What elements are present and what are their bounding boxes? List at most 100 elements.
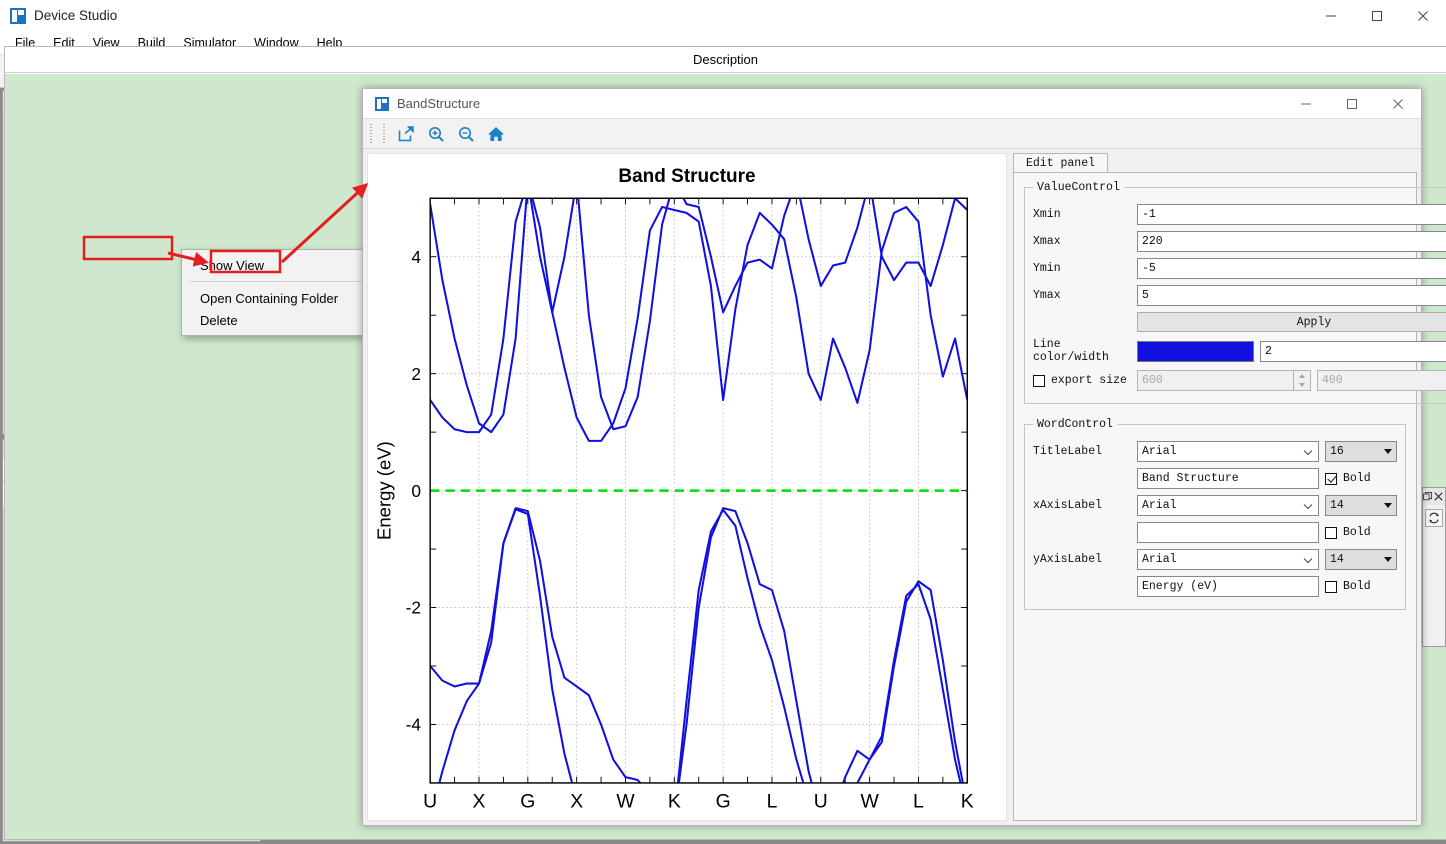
right-dock-stub-header	[1423, 488, 1445, 505]
xmin-input[interactable]	[1137, 204, 1446, 225]
x-tick-label: X	[473, 791, 486, 813]
export-size-checkbox-wrap[interactable]: export size	[1033, 374, 1137, 387]
edit-panel-body: ValueControl Xmin Xmax	[1013, 172, 1417, 821]
export-width-spin-buttons[interactable]	[1293, 370, 1311, 391]
minimize-icon	[1325, 10, 1337, 22]
title-bold-wrap[interactable]: Bold	[1325, 472, 1397, 485]
xaxis-bold-label: Bold	[1343, 526, 1371, 539]
yaxis-size-combo[interactable]: 14	[1325, 549, 1397, 570]
ymin-input[interactable]	[1137, 258, 1446, 279]
x-tick-label: G	[716, 791, 731, 813]
yaxis-font-combo[interactable]: Arial	[1137, 549, 1319, 570]
close-icon[interactable]	[1434, 489, 1443, 505]
maximize-button[interactable]	[1354, 0, 1400, 32]
title-bold-label: Bold	[1343, 472, 1371, 485]
export-width-input[interactable]	[1137, 370, 1293, 391]
xaxis-size-value: 14	[1330, 499, 1384, 512]
refresh-icon[interactable]	[1425, 509, 1443, 527]
close-icon	[1417, 10, 1429, 22]
export-image-icon[interactable]	[391, 121, 421, 147]
word-control-legend: WordControl	[1033, 418, 1117, 431]
xmax-input[interactable]	[1137, 231, 1446, 252]
label-line-color-width: Line color/width	[1033, 338, 1137, 364]
title-size-value: 16	[1330, 445, 1384, 458]
export-size-checkbox[interactable]	[1033, 375, 1045, 387]
y-tick-label: 4	[411, 247, 421, 267]
title-size-combo[interactable]: 16	[1325, 441, 1397, 462]
row-apply: Apply	[1033, 312, 1446, 332]
line-color-swatch[interactable]	[1137, 341, 1254, 362]
device-studio-logo-icon	[10, 8, 26, 24]
float-window-icon[interactable]	[1423, 489, 1432, 505]
window-controls	[1308, 0, 1446, 32]
context-menu-item-label: Show View	[200, 258, 264, 273]
title-font-value: Arial	[1142, 445, 1302, 458]
home-reset-icon[interactable]	[481, 121, 511, 147]
export-height-input[interactable]	[1317, 370, 1446, 391]
device-studio-logo-icon	[375, 97, 389, 111]
title-font-combo[interactable]: Arial	[1137, 441, 1319, 462]
label-xmax: Xmax	[1033, 235, 1137, 248]
title-bold-checkbox[interactable]	[1325, 473, 1337, 485]
label-ymax: Ymax	[1033, 289, 1137, 302]
app-title: Device Studio	[34, 8, 117, 23]
close-button[interactable]	[1400, 0, 1446, 32]
xaxis-bold-checkbox[interactable]	[1325, 527, 1337, 539]
band-curve	[430, 509, 967, 820]
dialog-close-button[interactable]	[1375, 89, 1421, 118]
zoom-in-icon[interactable]	[421, 121, 451, 147]
xaxis-text-input[interactable]	[1137, 522, 1319, 543]
band-structure-plot-card: Band Structure 420-2-4UXGXWKGLUWLKEnergy…	[367, 153, 1007, 821]
line-width-input[interactable]	[1260, 341, 1446, 362]
title-text-input[interactable]	[1137, 468, 1319, 489]
band-curve	[430, 181, 967, 432]
band-curve	[430, 508, 967, 818]
yaxis-bold-checkbox[interactable]	[1325, 581, 1337, 593]
xmin-spinner[interactable]	[1137, 204, 1446, 225]
ymin-spinner[interactable]	[1137, 258, 1446, 279]
xaxis-size-combo[interactable]: 14	[1325, 495, 1397, 516]
context-menu-item-show-view[interactable]: Show View	[182, 254, 378, 276]
plot-canvas[interactable]: 420-2-4UXGXWKGLUWLKEnergy (eV)	[368, 154, 1006, 820]
edit-panel-tabstrip: Edit panel	[1013, 153, 1417, 172]
yaxis-bold-wrap[interactable]: Bold	[1325, 580, 1397, 593]
yaxis-text-input[interactable]	[1137, 576, 1319, 597]
xaxis-font-combo[interactable]: Arial	[1137, 495, 1319, 516]
dialog-toolbar	[363, 118, 1421, 149]
right-dock-stub	[1422, 487, 1446, 647]
dialog-toolbar-grip[interactable]	[368, 123, 375, 145]
export-width-spin-up[interactable]	[1294, 371, 1310, 381]
y-tick-label: 2	[411, 364, 421, 384]
context-menu-item-label: Open Containing Folder	[200, 291, 338, 306]
x-tick-label: K	[668, 791, 681, 813]
dialog-titlebar: BandStructure	[363, 89, 1421, 118]
xmax-spinner[interactable]	[1137, 231, 1446, 252]
yaxis-font-value: Arial	[1142, 553, 1302, 566]
chevron-down-icon	[1384, 503, 1392, 508]
dialog-content: Band Structure 420-2-4UXGXWKGLUWLKEnergy…	[363, 149, 1421, 825]
chevron-down-icon	[1302, 554, 1314, 566]
tab-edit-panel[interactable]: Edit panel	[1013, 153, 1108, 172]
dialog-maximize-button[interactable]	[1329, 89, 1375, 118]
row-xaxis-text: Bold	[1033, 522, 1397, 543]
row-xmax: Xmax	[1033, 231, 1446, 252]
context-menu-item-delete[interactable]: Delete	[182, 309, 378, 331]
ymax-input[interactable]	[1137, 285, 1446, 306]
xaxis-bold-wrap[interactable]: Bold	[1325, 526, 1397, 539]
minimize-button[interactable]	[1308, 0, 1354, 32]
zoom-out-icon[interactable]	[451, 121, 481, 147]
x-tick-label: L	[767, 791, 778, 813]
dialog-minimize-button[interactable]	[1283, 89, 1329, 118]
xaxis-font-value: Arial	[1142, 499, 1302, 512]
context-menu-item-open-containing-folder[interactable]: Open Containing Folder	[182, 287, 378, 309]
ymax-spinner[interactable]	[1137, 285, 1446, 306]
dialog-toolbar-grip-2[interactable]	[381, 123, 388, 145]
yaxis-size-value: 14	[1330, 553, 1384, 566]
x-tick-label: W	[860, 791, 879, 813]
apply-button[interactable]: Apply	[1137, 312, 1446, 332]
line-width-spinner[interactable]	[1260, 341, 1446, 362]
export-width-spin-down[interactable]	[1294, 381, 1310, 391]
export-width-spinner[interactable]	[1137, 370, 1311, 391]
export-height-spinner[interactable]	[1317, 370, 1446, 391]
row-title-text: Bold	[1033, 468, 1397, 489]
